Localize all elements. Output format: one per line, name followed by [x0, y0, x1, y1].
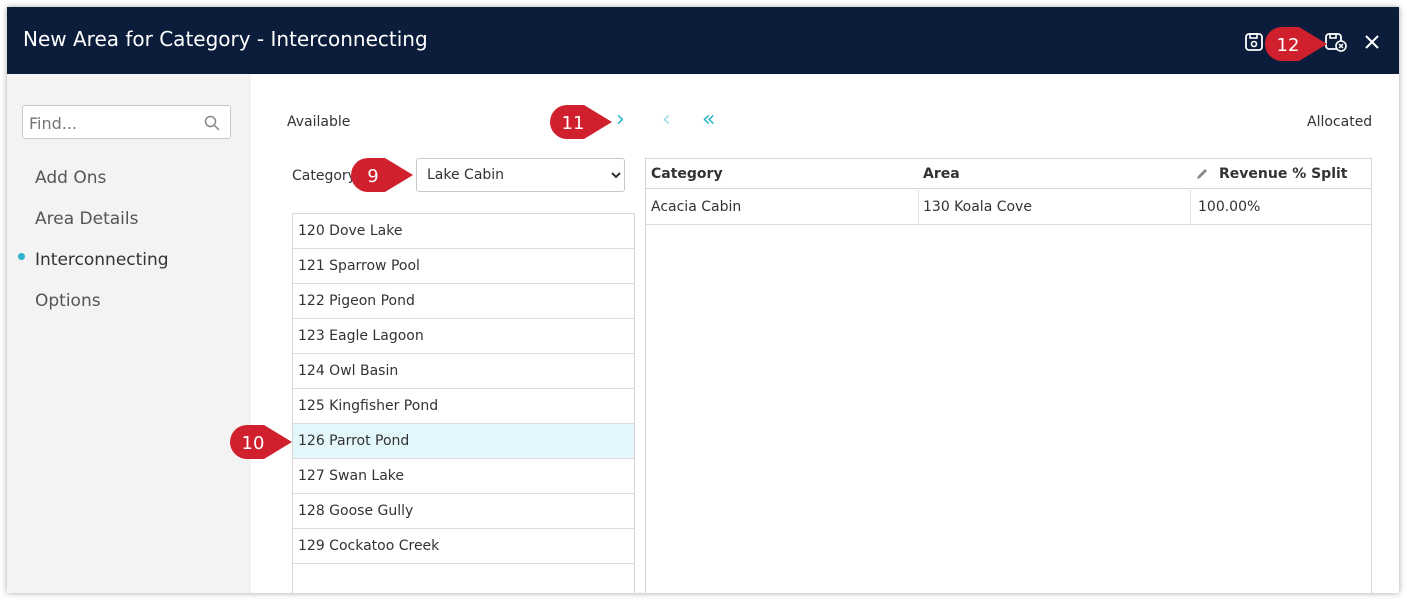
cell-category: Acacia Cabin: [651, 199, 742, 215]
list-item[interactable]: 122 Pigeon Pond: [293, 284, 634, 319]
list-item[interactable]: 124 Owl Basin: [293, 354, 634, 389]
callout-10: 10: [230, 425, 292, 459]
cell-revenue-split[interactable]: 100.00%: [1193, 190, 1260, 224]
column-header-category[interactable]: Category: [646, 159, 723, 188]
pencil-icon: [1195, 167, 1209, 185]
column-header-revenue-split[interactable]: Revenue % Split: [1214, 159, 1348, 188]
callout-11-label: 11: [562, 113, 585, 134]
save-icon[interactable]: [1243, 31, 1265, 53]
list-item[interactable]: 120 Dove Lake: [293, 214, 634, 249]
sidebar-item-area-details[interactable]: Area Details: [35, 209, 138, 229]
available-heading: Available: [287, 114, 351, 130]
move-left-button[interactable]: ‹: [662, 109, 671, 131]
table-row[interactable]: Acacia Cabin 130 Koala Cove 100.00%: [646, 190, 1371, 225]
callout-11: 11: [550, 105, 612, 139]
available-list: 120 Dove Lake 121 Sparrow Pool 122 Pigeo…: [292, 213, 635, 593]
list-item[interactable]: 125 Kingfisher Pond: [293, 389, 634, 424]
search-icon: [204, 115, 220, 131]
column-divider: [1190, 190, 1191, 224]
sidebar: Add Ons Area Details Interconnecting Opt…: [7, 74, 251, 593]
callout-10-label: 10: [242, 433, 265, 454]
search-input[interactable]: [29, 113, 199, 133]
callout-9: 9: [351, 158, 413, 192]
title-bar: New Area for Category - Interconnecting: [7, 7, 1399, 74]
list-item[interactable]: 127 Swan Lake: [293, 459, 634, 494]
search-box[interactable]: [22, 105, 231, 139]
dialog-window: New Area for Category - Interconnecting …: [7, 7, 1399, 593]
allocated-table: Category Area Revenue % Split Acacia Cab…: [645, 158, 1372, 593]
category-select[interactable]: Lake Cabin: [416, 158, 625, 192]
sidebar-item-add-ons[interactable]: Add Ons: [35, 168, 106, 188]
active-indicator-dot: [18, 253, 25, 260]
move-all-left-button[interactable]: «: [702, 109, 715, 131]
callout-12: 12: [1265, 27, 1327, 61]
category-label: Category: [292, 168, 356, 184]
list-item[interactable]: 121 Sparrow Pool: [293, 249, 634, 284]
table-header: Category Area Revenue % Split: [646, 159, 1371, 189]
close-icon[interactable]: [1361, 31, 1383, 53]
callout-9-label: 9: [367, 166, 378, 187]
list-item-selected[interactable]: 126 Parrot Pond: [293, 424, 634, 459]
column-header-area[interactable]: Area: [918, 159, 960, 188]
list-item[interactable]: 123 Eagle Lagoon: [293, 319, 634, 354]
sidebar-item-options[interactable]: Options: [35, 291, 101, 311]
sidebar-item-interconnecting[interactable]: Interconnecting: [35, 250, 169, 270]
list-item[interactable]: 129 Cockatoo Creek: [293, 529, 634, 564]
list-item[interactable]: 128 Goose Gully: [293, 494, 634, 529]
cell-area: 130 Koala Cove: [923, 199, 1032, 215]
allocated-heading: Allocated: [1307, 114, 1373, 130]
callout-12-label: 12: [1277, 35, 1300, 56]
dialog-title: New Area for Category - Interconnecting: [23, 27, 428, 51]
